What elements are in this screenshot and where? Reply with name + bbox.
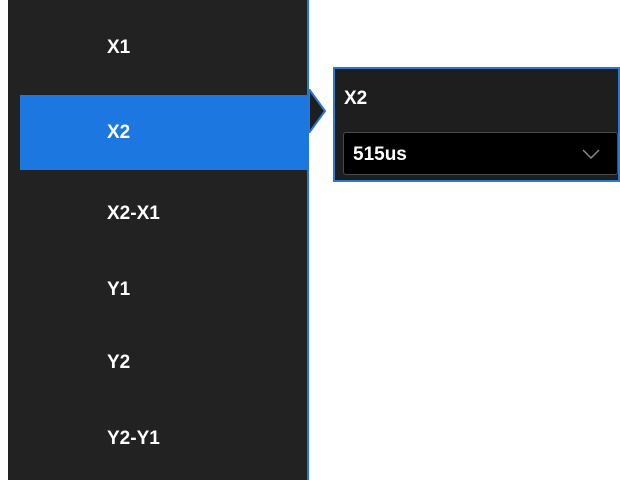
menu-item-x1[interactable]: X1: [20, 24, 307, 72]
menu-item-label: Y2-Y1: [107, 428, 160, 449]
popup-title: X2: [344, 88, 368, 109]
menu-item-y1[interactable]: Y1: [20, 266, 307, 314]
chevron-down-icon: [581, 147, 601, 161]
menu-item-label: Y1: [107, 279, 131, 300]
menu-item-label: X2: [107, 122, 131, 143]
cursor-menu: X1 X2 X2-X1 Y1 Y2 Y2-Y1: [8, 0, 309, 480]
cursor-menu-screen: X1 X2 X2-X1 Y1 Y2 Y2-Y1 X2 515us: [0, 0, 620, 480]
menu-item-y2-y1[interactable]: Y2-Y1: [20, 415, 307, 463]
menu-item-x2-x1[interactable]: X2-X1: [20, 190, 307, 238]
menu-item-label: Y2: [107, 352, 131, 373]
menu-item-y2[interactable]: Y2: [20, 339, 307, 387]
cursor-value-popup: X2 515us: [333, 67, 620, 182]
menu-item-label: X1: [107, 37, 131, 58]
menu-item-label: X2-X1: [107, 203, 160, 224]
cursor-value-text: 515us: [353, 144, 407, 165]
cursor-value-dropdown[interactable]: 515us: [343, 132, 618, 175]
menu-item-x2[interactable]: X2: [20, 95, 307, 170]
